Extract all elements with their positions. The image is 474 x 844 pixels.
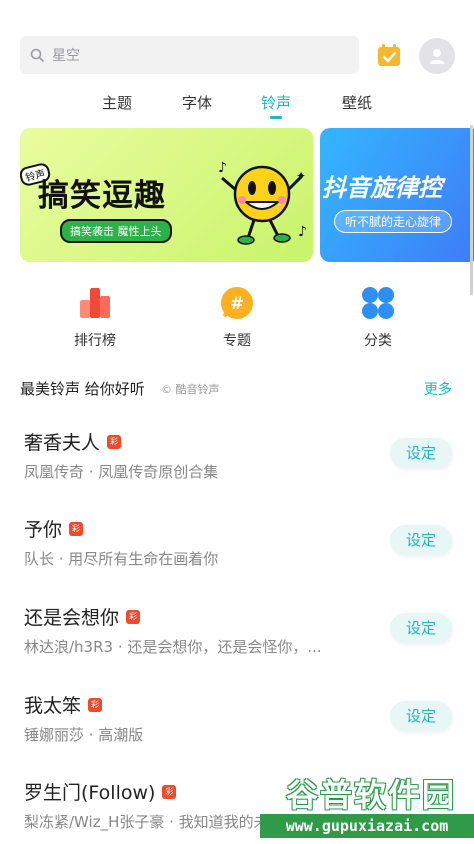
active-tab-indicator	[270, 116, 282, 119]
search-placeholder: 星空	[52, 48, 80, 64]
smiley-mascot-icon: ♪ ✦ ♪	[218, 160, 307, 245]
more-link[interactable]: 更多	[424, 379, 452, 399]
checkin-calendar-icon[interactable]	[376, 42, 402, 68]
svg-text:♪: ♪	[218, 160, 227, 176]
search-icon	[30, 48, 44, 62]
song-meta: 凤凰传奇 · 凤凰传奇原创合集	[24, 463, 219, 481]
top-bar: 星空	[0, 0, 474, 90]
shortcut-category[interactable]: 分类	[338, 286, 418, 350]
banner-subtitle: 听不腻的走心旋律	[334, 210, 453, 233]
song-meta: 队长 · 用尽所有生命在画着你	[24, 550, 219, 568]
color-ring-badge: 彩	[88, 697, 103, 712]
color-ring-badge: 彩	[107, 434, 122, 449]
section-header: 最美铃声 给你好听 © 酷音铃声 更多	[20, 378, 454, 398]
watermark: 谷普软件园 www.gupuxiazai.com	[260, 770, 474, 840]
ranking-icon	[80, 288, 110, 318]
banner-douyin[interactable]: 抖音旋律控 听不腻的走心旋律	[320, 128, 474, 262]
list-item[interactable]: 我太笨彩 锤娜丽莎 · 高潮版 设定	[0, 691, 474, 761]
svg-text:♪: ♪	[298, 224, 307, 240]
search-input[interactable]: 星空	[20, 36, 359, 74]
topic-hash-icon: #	[220, 287, 253, 319]
list-item[interactable]: 予你彩 队长 · 用尽所有生命在画着你 设定	[0, 515, 474, 585]
tab-theme[interactable]: 主题	[102, 92, 132, 113]
song-meta: 锤娜丽莎 · 高潮版	[24, 726, 144, 744]
set-ringtone-button[interactable]: 设定	[390, 701, 452, 731]
color-ring-badge: 彩	[126, 609, 141, 624]
section-source: © 酷音铃声	[161, 383, 220, 396]
banner-subtitle: 搞笑袭击 魔性上头	[60, 219, 172, 243]
color-ring-badge: 彩	[162, 784, 177, 799]
song-title: 罗生门(Follow)	[24, 782, 156, 804]
shortcut-label: 专题	[223, 333, 251, 349]
song-meta: 林达浪/h3R3 · 还是会想你，还是会怪你，...	[24, 638, 322, 656]
list-item[interactable]: 还是会想你彩 林达浪/h3R3 · 还是会想你，还是会怪你，... 设定	[0, 603, 474, 673]
color-ring-badge: 彩	[69, 521, 84, 536]
song-title: 予你	[24, 519, 63, 541]
avatar[interactable]	[419, 38, 455, 74]
shortcut-topic[interactable]: # 专题	[197, 286, 277, 350]
watermark-url: www.gupuxiazai.com	[260, 814, 474, 838]
tab-ringtone[interactable]: 铃声	[261, 92, 291, 113]
section-title: 最美铃声 给你好听	[20, 380, 145, 398]
set-ringtone-button[interactable]: 设定	[390, 613, 452, 643]
shortcut-ranking[interactable]: 排行榜	[55, 286, 135, 350]
song-title: 我太笨	[24, 695, 82, 717]
banner-title: 抖音旋律控	[322, 174, 442, 202]
song-title: 还是会想你	[24, 607, 120, 629]
banner-funny[interactable]: 铃声 搞笑逗趣 搞笑袭击 魔性上头 ♪ ✦ ♪	[20, 128, 313, 262]
svg-text:#: #	[230, 294, 244, 314]
category-tabs: 主题 字体 铃声 壁纸	[0, 92, 474, 122]
set-ringtone-button[interactable]: 设定	[390, 438, 452, 468]
scrollbar[interactable]	[470, 125, 473, 295]
tab-font[interactable]: 字体	[182, 92, 212, 113]
song-title: 奢香夫人	[24, 432, 101, 454]
set-ringtone-button[interactable]: 设定	[390, 525, 452, 555]
banner-title: 搞笑逗趣	[38, 178, 166, 214]
tab-wallpaper[interactable]: 壁纸	[342, 92, 372, 113]
user-icon	[429, 49, 445, 64]
watermark-title: 谷普软件园	[286, 776, 457, 814]
shortcut-label: 分类	[364, 333, 392, 349]
shortcut-label: 排行榜	[74, 333, 116, 349]
list-item[interactable]: 奢香夫人彩 凤凰传奇 · 凤凰传奇原创合集 设定	[0, 428, 474, 498]
category-grid-icon	[362, 287, 394, 319]
